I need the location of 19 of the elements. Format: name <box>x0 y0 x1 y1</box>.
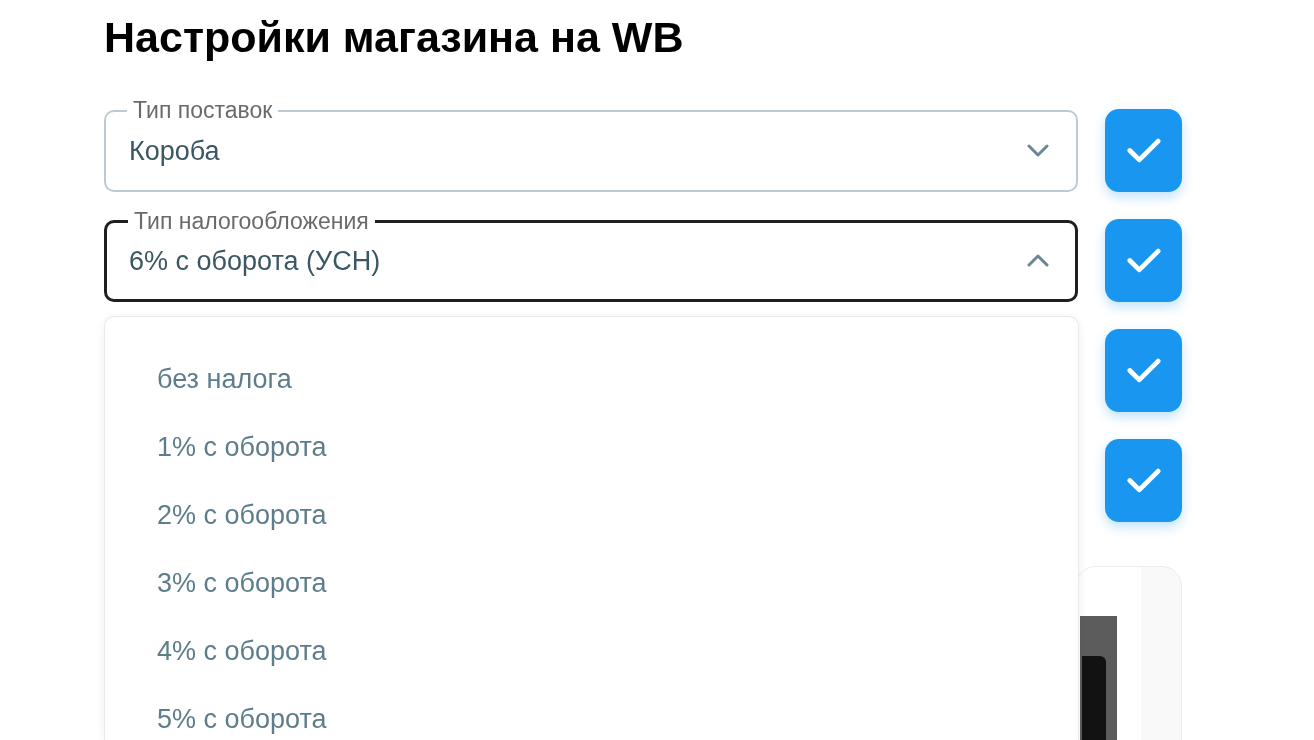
dropdown-option[interactable]: 1% с оборота <box>105 413 1078 481</box>
check-icon <box>1126 358 1161 383</box>
field-value: 6% с оборота (УСН) <box>129 244 382 277</box>
confirm-button[interactable] <box>1105 109 1182 192</box>
check-icon <box>1126 248 1161 273</box>
confirm-button[interactable] <box>1105 439 1182 522</box>
confirm-button[interactable] <box>1105 329 1182 412</box>
dropdown-option[interactable]: без налога <box>105 345 1078 413</box>
dropdown-option[interactable]: 4% с оборота <box>105 617 1078 685</box>
chevron-down-icon <box>1027 144 1049 157</box>
check-icon <box>1126 138 1161 163</box>
check-icon <box>1126 468 1161 493</box>
dropdown-option[interactable]: 2% с оборота <box>105 481 1078 549</box>
field-value: Короба <box>129 134 221 167</box>
chevron-up-icon <box>1027 254 1049 267</box>
page-title: Настройки магазина на WB <box>104 12 684 62</box>
confirm-button[interactable] <box>1105 219 1182 302</box>
dropdown-option[interactable]: 3% с оборота <box>105 549 1078 617</box>
dropdown-option[interactable]: 5% с оборота <box>105 685 1078 740</box>
